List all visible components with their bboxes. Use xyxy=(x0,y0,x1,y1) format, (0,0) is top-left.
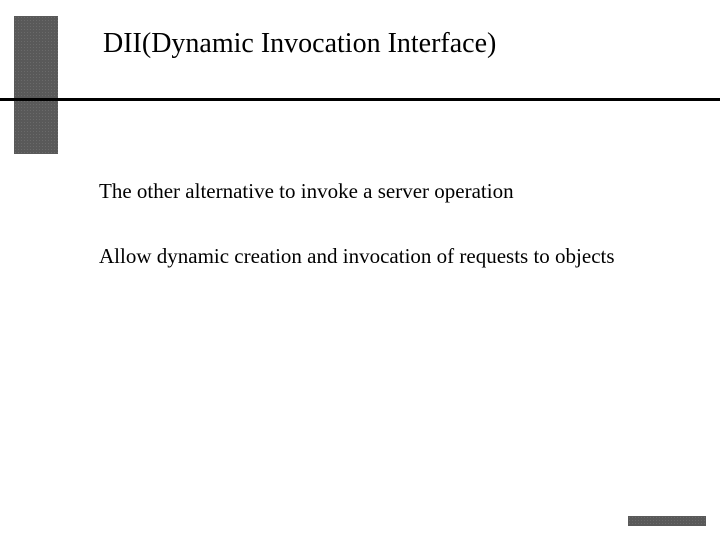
content-area: The other alternative to invoke a server… xyxy=(99,178,680,309)
top-left-decoration xyxy=(14,16,58,154)
bottom-right-decoration xyxy=(628,516,706,526)
horizontal-divider xyxy=(0,98,720,101)
bullet-item: Allow dynamic creation and invocation of… xyxy=(99,243,680,270)
bullet-item: The other alternative to invoke a server… xyxy=(99,178,680,205)
slide-title: DII(Dynamic Invocation Interface) xyxy=(103,28,496,60)
